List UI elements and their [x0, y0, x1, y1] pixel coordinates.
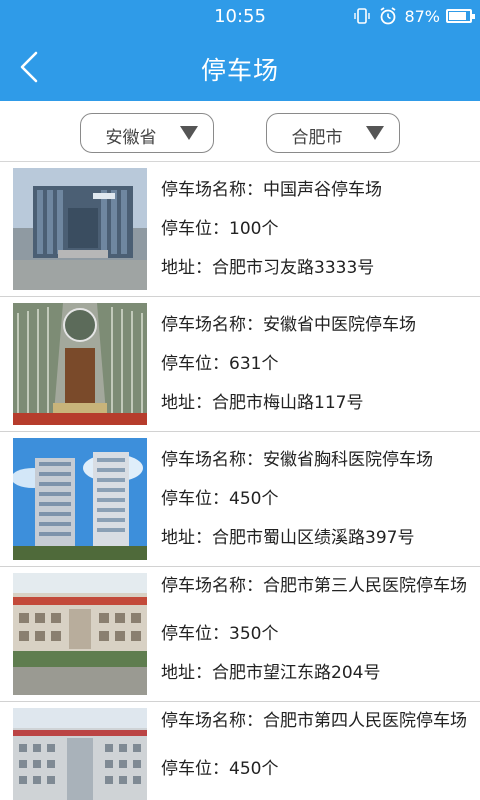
lot-name: 安徽省胸科医院停车场	[263, 450, 433, 470]
alarm-icon	[378, 6, 398, 26]
lot-name: 中国声谷停车场	[263, 180, 382, 200]
lot-name-line: 停车场名称：中国声谷停车场	[161, 179, 471, 201]
parking-lot-photo	[13, 573, 147, 695]
lot-address: 合肥市习友路3333号	[212, 258, 375, 278]
lot-address-label: 地址：	[161, 258, 212, 278]
parking-lot-list[interactable]: 停车场名称：中国声谷停车场 停车位：100个 地址：合肥市习友路3333号 停车…	[0, 162, 480, 800]
lot-spaces-label: 停车位：	[161, 219, 229, 239]
list-item[interactable]: 停车场名称：合肥市第三人民医院停车场 停车位：350个 地址：合肥市望江东路20…	[0, 567, 480, 702]
parking-lot-photo	[13, 708, 147, 800]
lot-address: 合肥市望江东路204号	[212, 663, 381, 683]
list-item[interactable]: 停车场名称：安徽省胸科医院停车场 停车位：450个 地址：合肥市蜀山区绩溪路39…	[0, 432, 480, 567]
list-item[interactable]: 停车场名称：安徽省中医院停车场 停车位：631个 地址：合肥市梅山路117号	[0, 297, 480, 432]
city-dropdown[interactable]: 合肥市	[266, 113, 400, 153]
lot-name-label: 停车场名称：	[161, 450, 263, 470]
lot-spaces-label: 停车位：	[161, 489, 229, 509]
lot-name-line: 停车场名称：合肥市第四人民医院停车场	[161, 709, 471, 733]
triangle-down-icon	[366, 126, 384, 140]
battery-percent: 87%	[404, 6, 440, 26]
lot-spaces: 100个	[229, 219, 279, 239]
lot-address-line: 地址：合肥市梅山路117号	[161, 392, 471, 414]
status-bar: 10:55 87%	[0, 0, 480, 33]
battery-icon	[446, 9, 475, 23]
lot-address-label: 地址：	[161, 663, 212, 683]
lot-name-line: 停车场名称：安徽省胸科医院停车场	[161, 449, 471, 471]
lot-spaces: 350个	[229, 624, 279, 644]
nav-bar: 停车场	[0, 33, 480, 101]
city-label: 合肥市	[291, 128, 343, 148]
status-icons: 87%	[352, 6, 475, 26]
lot-name: 合肥市第四人民医院停车场	[263, 711, 467, 731]
lot-spaces-line: 停车位：631个	[161, 353, 471, 375]
lot-spaces-line: 停车位：350个	[161, 623, 471, 645]
lot-spaces-label: 停车位：	[161, 759, 229, 779]
parking-lot-photo	[13, 303, 147, 425]
vibrate-icon	[352, 6, 372, 26]
lot-name: 安徽省中医院停车场	[263, 315, 416, 335]
lot-spaces-line: 停车位：100个	[161, 218, 471, 240]
province-label: 安徽省	[105, 128, 157, 148]
list-item[interactable]: 停车场名称：合肥市第四人民医院停车场 停车位：450个	[0, 702, 480, 800]
parking-lot-photo	[13, 438, 147, 560]
lot-address-label: 地址：	[161, 393, 212, 413]
lot-name: 合肥市第三人民医院停车场	[263, 576, 467, 596]
lot-spaces: 631个	[229, 354, 279, 374]
province-dropdown[interactable]: 安徽省	[80, 113, 214, 153]
lot-address-line: 地址：合肥市望江东路204号	[161, 662, 471, 684]
lot-name-label: 停车场名称：	[161, 576, 263, 596]
lot-address: 合肥市梅山路117号	[212, 393, 364, 413]
lot-address: 合肥市蜀山区绩溪路397号	[212, 528, 415, 548]
lot-address-label: 地址：	[161, 528, 212, 548]
lot-spaces-line: 停车位：450个	[161, 758, 471, 780]
lot-spaces: 450个	[229, 759, 279, 779]
page-title: 停车场	[200, 56, 279, 85]
lot-address-line: 地址：合肥市习友路3333号	[161, 257, 471, 279]
lot-spaces: 450个	[229, 489, 279, 509]
lot-name-line: 停车场名称：安徽省中医院停车场	[161, 314, 471, 336]
lot-name-label: 停车场名称：	[161, 711, 263, 731]
filter-bar: 安徽省 合肥市	[0, 101, 480, 162]
list-item[interactable]: 停车场名称：中国声谷停车场 停车位：100个 地址：合肥市习友路3333号	[0, 162, 480, 297]
lot-name-label: 停车场名称：	[161, 180, 263, 200]
lot-address-line: 地址：合肥市蜀山区绩溪路397号	[161, 527, 471, 549]
lot-spaces-label: 停车位：	[161, 354, 229, 374]
lot-name-label: 停车场名称：	[161, 315, 263, 335]
lot-spaces-label: 停车位：	[161, 624, 229, 644]
parking-lot-photo	[13, 168, 147, 290]
battery-fill	[449, 12, 466, 20]
lot-spaces-line: 停车位：450个	[161, 488, 471, 510]
lot-name-line: 停车场名称：合肥市第三人民医院停车场	[161, 574, 471, 598]
triangle-down-icon	[180, 126, 198, 140]
